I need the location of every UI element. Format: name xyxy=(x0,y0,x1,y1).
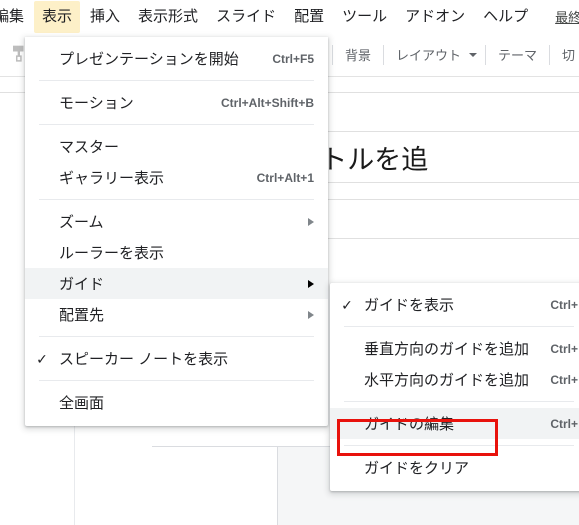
menu-item-label: プレゼンテーションを開始 xyxy=(59,51,239,68)
menu-item-label: ガイドをクリア xyxy=(364,460,470,477)
menu-item-guides[interactable]: ガイド xyxy=(25,268,328,299)
menu-item-label: ギャラリー表示 xyxy=(59,170,165,187)
transition-button[interactable]: 切 xyxy=(558,45,579,64)
menu-separator xyxy=(39,336,314,337)
view-menu-dropdown[interactable]: プレゼンテーションを開始 Ctrl+F5 モーション Ctrl+Alt+Shift+B… xyxy=(25,37,328,426)
menu-separator xyxy=(39,124,314,125)
notes-left-pane xyxy=(152,447,278,525)
layout-button[interactable]: レイアウト xyxy=(392,45,465,64)
chevron-right-icon xyxy=(308,279,314,288)
menu-item-shortcut: Ctrl+Alt+1 xyxy=(256,170,314,185)
menu-item-edit-guides[interactable]: ガイドの編集 Ctrl+ xyxy=(330,408,579,439)
background-button[interactable]: 背景 xyxy=(341,45,375,64)
menu-item-label: ガイドを表示 xyxy=(364,297,455,314)
menu-item-shortcut: Ctrl+F5 xyxy=(272,51,314,66)
menu-separator xyxy=(39,380,314,381)
menu-item-start-presentation[interactable]: プレゼンテーションを開始 Ctrl+F5 xyxy=(25,43,328,74)
menu-item-shortcut: Ctrl+ xyxy=(550,372,578,387)
check-icon: ✓ xyxy=(36,350,48,367)
chevron-right-icon xyxy=(308,217,314,226)
menubar-item-3[interactable]: 表示形式 xyxy=(130,1,206,33)
last-edit-status[interactable]: 最終編集: 数秒 xyxy=(555,7,579,26)
guides-submenu[interactable]: ✓ ガイドを表示 Ctrl+ 垂直方向のガイドを追加 Ctrl+ 水平方向のガイドを追加 C… xyxy=(330,283,579,491)
menu-item-label: ガイドの編集 xyxy=(364,416,455,433)
menu-separator xyxy=(344,326,574,327)
toolbar-separator xyxy=(548,44,550,65)
menu-item-label: 垂直方向のガイドを追加 xyxy=(364,341,530,358)
check-icon: ✓ xyxy=(341,296,353,313)
menu-item-label: ズーム xyxy=(59,214,104,231)
menu-item-zoom[interactable]: ズーム xyxy=(25,206,328,237)
menubar-item-4[interactable]: スライド xyxy=(208,1,284,33)
toolbar-separator xyxy=(382,44,384,65)
menu-separator xyxy=(344,401,574,402)
menu-item-label: 配置先 xyxy=(59,307,105,324)
menu-bar: 編集表示挿入表示形式スライド配置ツールアドオンヘルプ最終編集: 数秒 xyxy=(0,0,579,33)
chevron-right-icon xyxy=(308,310,314,319)
menu-item-shortcut: Ctrl+ xyxy=(550,416,578,431)
toolbar-separator xyxy=(331,44,333,65)
menu-item-label: スピーカー ノートを表示 xyxy=(59,351,229,368)
menu-item-fullscreen[interactable]: 全画面 xyxy=(25,387,328,418)
menu-item-label: ガイド xyxy=(59,276,105,293)
menu-item-show-guides[interactable]: ✓ ガイドを表示 Ctrl+ xyxy=(330,289,579,320)
menu-item-label: ルーラーを表示 xyxy=(59,245,165,262)
menu-item-add-vertical-guide[interactable]: 垂直方向のガイドを追加 Ctrl+ xyxy=(330,333,579,364)
menu-item-motion[interactable]: モーション Ctrl+Alt+Shift+B xyxy=(25,87,328,118)
menu-separator xyxy=(39,80,314,81)
menu-item-master[interactable]: マスター xyxy=(25,131,328,162)
menubar-item-7[interactable]: アドオン xyxy=(397,1,473,33)
menu-item-show-speaker-notes[interactable]: ✓ スピーカー ノートを表示 xyxy=(25,343,328,374)
toolbar-separator xyxy=(484,44,486,65)
menu-item-add-horizontal-guide[interactable]: 水平方向のガイドを追加 Ctrl+ xyxy=(330,364,579,395)
chevron-down-icon[interactable] xyxy=(468,52,477,57)
menubar-item-0[interactable]: 編集 xyxy=(0,1,32,33)
menubar-item-2[interactable]: 挿入 xyxy=(82,1,128,33)
menu-item-shortcut: Ctrl+ xyxy=(550,297,578,312)
menu-item-label: 全画面 xyxy=(59,395,105,412)
menubar-item-8[interactable]: ヘルプ xyxy=(475,1,536,33)
menu-item-snap-to[interactable]: 配置先 xyxy=(25,299,328,330)
google-slides-window: 編集表示挿入表示形式スライド配置ツールアドオンヘルプ最終編集: 数秒 あ 背景 … xyxy=(0,0,579,525)
theme-button[interactable]: テーマ xyxy=(494,45,541,64)
menu-item-label: モーション xyxy=(59,95,134,112)
menu-item-label: 水平方向のガイドを追加 xyxy=(364,372,530,389)
menu-separator xyxy=(39,199,314,200)
menu-separator xyxy=(344,445,574,446)
menu-item-gallery-view[interactable]: ギャラリー表示 Ctrl+Alt+1 xyxy=(25,162,328,193)
menu-item-shortcut: Ctrl+Alt+Shift+B xyxy=(220,95,314,110)
menu-item-shortcut: Ctrl+ xyxy=(550,341,578,356)
menubar-item-5[interactable]: 配置 xyxy=(286,1,332,33)
menubar-item-6[interactable]: ツール xyxy=(334,1,395,33)
menu-item-show-ruler[interactable]: ルーラーを表示 xyxy=(25,237,328,268)
menu-item-label: マスター xyxy=(59,139,120,156)
menubar-item-1[interactable]: 表示 xyxy=(34,0,81,33)
menu-item-clear-guides[interactable]: ガイドをクリア xyxy=(330,452,579,483)
